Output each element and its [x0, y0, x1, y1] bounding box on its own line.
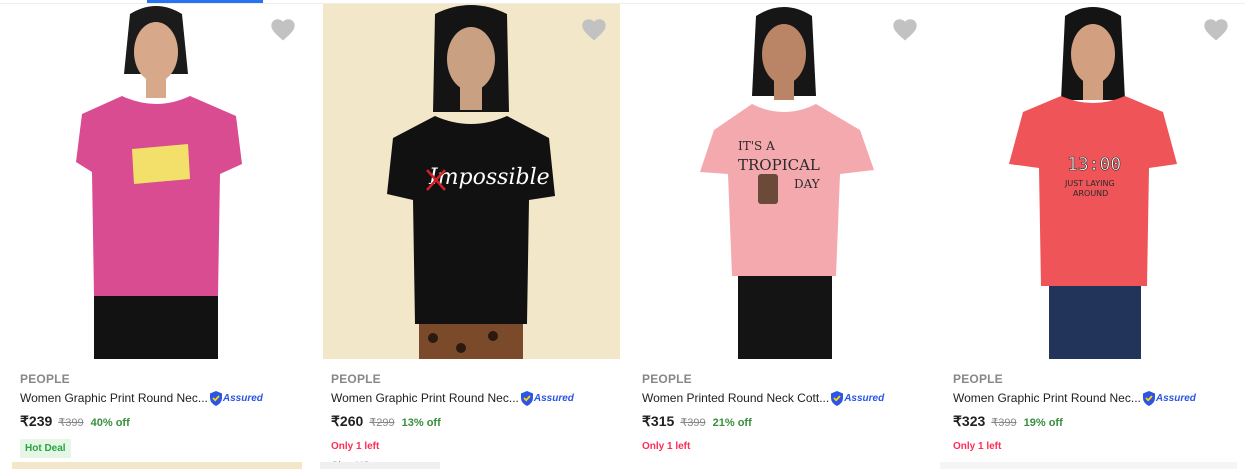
product-image[interactable]: [12, 4, 309, 359]
product-title[interactable]: Women Graphic Print Round Nec...: [953, 390, 1141, 407]
heart-icon[interactable]: [1202, 16, 1230, 44]
next-row-image-edge: [320, 462, 440, 469]
product-info: PEOPLE Women Graphic Print Round Nec... …: [331, 371, 621, 472]
discount-label: 19% off: [1023, 417, 1063, 429]
assured-badge: Assured: [830, 391, 884, 406]
selling-price: ₹260: [331, 413, 364, 429]
assured-shield-icon: [1142, 391, 1155, 406]
next-row-image-edge: [12, 462, 302, 469]
assured-badge: Assured: [520, 391, 574, 406]
heart-icon[interactable]: [580, 16, 608, 44]
heart-icon[interactable]: [891, 16, 919, 44]
assured-shield-icon: [209, 391, 222, 406]
product-card[interactable]: 13:00 JUST LAYING AROUND PEOPLE Women Gr…: [937, 4, 1245, 469]
original-price: ₹299: [369, 417, 395, 429]
product-image[interactable]: 13:00 JUST LAYING AROUND: [945, 4, 1242, 359]
product-info: PEOPLE Women Printed Round Neck Cott... …: [642, 371, 932, 452]
heart-icon[interactable]: [269, 16, 297, 44]
svg-text:IT'S A: IT'S A: [738, 139, 775, 153]
stock-label: Only 1 left: [953, 441, 1002, 452]
stock-label: Only 1 left: [331, 441, 380, 452]
product-image[interactable]: Impossible: [323, 4, 620, 359]
original-price: ₹399: [58, 417, 84, 429]
svg-text:Impossible: Impossible: [428, 165, 550, 190]
svg-text:JUST LAYING: JUST LAYING: [1064, 179, 1115, 188]
stock-label: Only 1 left: [642, 441, 691, 452]
selling-price: ₹315: [642, 413, 675, 429]
selling-price: ₹323: [953, 413, 986, 429]
product-card[interactable]: PEOPLE Women Graphic Print Round Nec... …: [4, 4, 315, 469]
next-row-image-edge: [940, 462, 1237, 469]
product-title[interactable]: Women Graphic Print Round Nec...: [20, 390, 208, 407]
product-info: PEOPLE Women Graphic Print Round Nec... …: [20, 371, 310, 458]
brand-name: PEOPLE: [331, 372, 381, 386]
brand-name: PEOPLE: [642, 372, 692, 386]
svg-text:TROPICAL: TROPICAL: [738, 156, 820, 174]
original-price: ₹399: [991, 417, 1017, 429]
svg-text:13:00: 13:00: [1067, 154, 1121, 175]
assured-badge: Assured: [209, 391, 263, 406]
selling-price: ₹239: [20, 413, 53, 429]
assured-shield-icon: [520, 391, 533, 406]
svg-text:DAY: DAY: [794, 177, 821, 191]
discount-label: 13% off: [401, 417, 441, 429]
product-image[interactable]: IT'S A TROPICAL DAY: [634, 4, 931, 359]
assured-badge: Assured: [1142, 391, 1196, 406]
product-title[interactable]: Women Printed Round Neck Cott...: [642, 390, 829, 407]
brand-name: PEOPLE: [953, 372, 1003, 386]
svg-text:AROUND: AROUND: [1073, 189, 1108, 198]
product-title[interactable]: Women Graphic Print Round Nec...: [331, 390, 519, 407]
original-price: ₹399: [680, 417, 706, 429]
hot-deal-badge: Hot Deal: [20, 439, 71, 458]
assured-shield-icon: [831, 391, 844, 406]
product-card[interactable]: IT'S A TROPICAL DAY PEOPLE Women Printed…: [626, 4, 937, 469]
product-card[interactable]: Impossible PEOPLE Women Graphic Print Ro…: [315, 4, 626, 472]
discount-label: 21% off: [712, 417, 752, 429]
product-info: PEOPLE Women Graphic Print Round Nec... …: [953, 371, 1243, 452]
product-grid: PEOPLE Women Graphic Print Round Nec... …: [4, 4, 1245, 472]
brand-name: PEOPLE: [20, 372, 70, 386]
discount-label: 40% off: [90, 417, 130, 429]
